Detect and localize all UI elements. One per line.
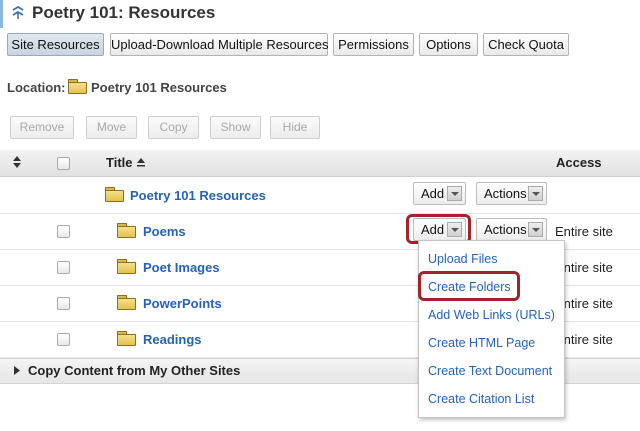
copy-button[interactable]: Copy — [148, 116, 199, 139]
tab-check-quota[interactable]: Check Quota — [483, 33, 569, 56]
location-breadcrumb: Location: — [7, 80, 66, 95]
actions-label: Actions — [484, 186, 527, 201]
folder-icon — [68, 79, 87, 94]
move-button[interactable]: Move — [86, 116, 137, 139]
create-folders-highlight-box — [418, 271, 520, 301]
add-menu: Upload Files Create Folders Add Web Link… — [418, 240, 565, 418]
table-row: Poetry 101 Resources Add Actions — [0, 177, 640, 214]
row-checkbox[interactable] — [57, 297, 70, 310]
tab-site-resources[interactable]: Site Resources — [7, 33, 104, 56]
folder-icon — [105, 187, 124, 202]
chevron-down-icon — [528, 222, 543, 237]
actions-label: Actions — [484, 222, 527, 237]
row-checkbox[interactable] — [57, 225, 70, 238]
menu-item-create-citation-list[interactable]: Create Citation List — [428, 392, 534, 406]
menu-item-add-web-links[interactable]: Add Web Links (URLs) — [428, 308, 555, 322]
page-header: Poetry 101: Resources — [0, 0, 640, 28]
tab-upload-download[interactable]: Upload-Download Multiple Resources — [110, 33, 329, 56]
tab-permissions[interactable]: Permissions — [333, 33, 414, 56]
add-dropdown[interactable]: Add — [413, 182, 466, 205]
hide-button[interactable]: Hide — [270, 116, 320, 139]
access-value: Entire site — [555, 224, 613, 239]
row-checkbox[interactable] — [57, 261, 70, 274]
location-label: Location: — [7, 80, 66, 95]
location-value: Poetry 101 Resources — [91, 80, 227, 95]
folder-link[interactable]: Poetry 101 Resources — [130, 188, 266, 203]
actions-dropdown[interactable]: Actions — [476, 218, 547, 241]
folder-icon — [117, 223, 136, 238]
tab-options[interactable]: Options — [419, 33, 478, 56]
menu-item-create-html-page[interactable]: Create HTML Page — [428, 336, 535, 350]
chevron-down-icon — [447, 186, 462, 201]
folder-link[interactable]: PowerPoints — [143, 296, 222, 311]
row-checkbox[interactable] — [57, 333, 70, 346]
table-header: Title Access — [0, 150, 640, 177]
folder-icon — [117, 295, 136, 310]
actions-dropdown[interactable]: Actions — [476, 182, 547, 205]
folder-link[interactable]: Readings — [143, 332, 202, 347]
resources-icon — [12, 6, 24, 19]
expand-triangle-icon[interactable] — [14, 366, 20, 375]
menu-item-create-text-document[interactable]: Create Text Document — [428, 364, 552, 378]
chevron-down-icon — [528, 186, 543, 201]
access-column-header: Access — [556, 155, 602, 170]
folder-icon — [117, 259, 136, 274]
folder-icon — [117, 331, 136, 346]
select-all-checkbox[interactable] — [57, 157, 70, 170]
add-label: Add — [421, 186, 445, 201]
sort-ascending-icon[interactable] — [136, 157, 146, 167]
sort-reorder-icon[interactable] — [12, 156, 22, 168]
remove-button[interactable]: Remove — [10, 116, 74, 139]
copy-content-label[interactable]: Copy Content from My Other Sites — [28, 363, 240, 378]
folder-link[interactable]: Poems — [143, 224, 186, 239]
folder-link[interactable]: Poet Images — [143, 260, 220, 275]
title-column-header[interactable]: Title — [106, 155, 133, 170]
show-button[interactable]: Show — [210, 116, 261, 139]
page-title: Poetry 101: Resources — [32, 3, 216, 22]
menu-item-upload-files[interactable]: Upload Files — [428, 252, 497, 266]
